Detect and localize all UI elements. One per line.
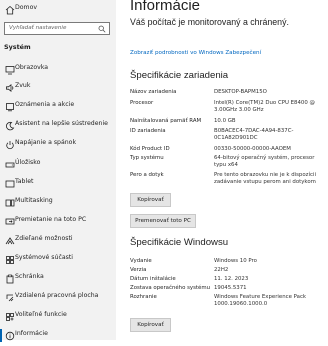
sidebar-item-label: Multitasking (15, 197, 53, 204)
spec-key: Nainštalovaná pamäť RAM (130, 118, 202, 124)
sidebar-item-label: Zvuk (15, 82, 31, 89)
tablet-icon (5, 179, 15, 189)
spec-key: Vydanie (130, 258, 152, 264)
spec-value: 11. 12. 2023 (214, 276, 249, 282)
sidebar-item-label: Úložisko (15, 159, 41, 166)
device-specs-heading: Špecifikácie zariadenia (130, 70, 229, 81)
spec-key: Kód Product ID (130, 146, 170, 152)
spec-key: Procesor (130, 100, 154, 106)
copy-windows-specs-button[interactable]: Kopírovať (130, 318, 171, 332)
sidebar-item-vzdialena[interactable]: Vzdialená pracovná plocha (0, 288, 116, 308)
sidebar-item-zdielane[interactable]: Zdieľané možnosti (0, 231, 116, 251)
sidebar-item-label: Asistent na lepšie sústredenie (15, 120, 108, 127)
sidebar-item-suciasti[interactable]: Systémové súčasti (0, 250, 116, 270)
sidebar-item-oznamenia[interactable]: Oznámenia a akcie (0, 97, 116, 117)
main-content: Informácie Váš počítač je monitorovaný a… (116, 0, 328, 340)
spec-key: Verzia (130, 267, 147, 273)
spec-value: 00330-50000-00000-AAOEM (214, 146, 291, 152)
sidebar-item-label: Vzdialená pracovná plocha (15, 292, 99, 299)
spec-key: Názov zariadenia (130, 89, 177, 95)
sidebar-item-zvuk[interactable]: Zvuk (0, 78, 116, 98)
copy-device-specs-button[interactable]: Kopírovať (130, 193, 171, 207)
windows-specs-heading: Špecifikácie Windowsu (130, 237, 229, 248)
rename-pc-button[interactable]: Premenovať toto PC (130, 214, 196, 228)
sidebar-item-label: Napájanie a spánok (15, 139, 77, 146)
sidebar-item-napajanie[interactable]: Napájanie a spánok (0, 135, 116, 155)
sidebar: Domov Vyhľadať nastavenie Systém Obrazov… (0, 0, 116, 342)
features-icon (5, 312, 15, 322)
spec-value: Windows Feature Experience Pack 1000.190… (214, 294, 307, 307)
spec-value: 19045.5371 (214, 285, 247, 291)
section-heading: Systém (4, 43, 31, 51)
spec-value: 10.0 GB (214, 118, 236, 124)
projecting-icon (5, 217, 15, 227)
notification-icon (5, 102, 15, 112)
sidebar-item-label: Systémové súčasti (15, 254, 74, 261)
spec-value: 64-bitový operačný systém, procesor typu… (214, 155, 315, 168)
home-icon (5, 5, 15, 15)
sidebar-item-label: Obrazovka (15, 64, 49, 71)
spec-key: Zostava operačného systému (130, 285, 211, 291)
active-indicator (0, 329, 2, 342)
sidebar-item-label: Tablet (15, 178, 34, 185)
sidebar-item-home[interactable]: Domov (0, 0, 116, 20)
spec-value: DESKTOP-BAPM15O (214, 89, 267, 95)
sidebar-item-asistent[interactable]: Asistent na lepšie sústredenie (0, 116, 116, 136)
protection-status: Váš počítač je monitorovaný a chránený. (130, 17, 289, 27)
components-icon (5, 255, 15, 265)
moon-icon (5, 121, 15, 131)
speaker-icon (5, 83, 15, 93)
sidebar-item-label: Informácie (15, 330, 48, 337)
sidebar-item-informacie[interactable]: Informácie (0, 326, 116, 346)
shared-icon (5, 236, 15, 246)
power-icon (5, 140, 15, 150)
sidebar-item-volitelne[interactable]: Voliteľné funkcie (0, 307, 116, 327)
multitasking-icon (5, 198, 15, 208)
search-icon (98, 25, 106, 33)
spec-key: Rozhranie (130, 294, 157, 300)
sidebar-item-label: Premietanie na toto PC (15, 216, 87, 223)
spec-value: Windows 10 Pro (214, 258, 257, 264)
sidebar-item-label: Domov (15, 4, 38, 11)
page-title: Informácie (130, 0, 201, 14)
sidebar-item-obrazovka[interactable]: Obrazovka (0, 60, 116, 80)
search-placeholder: Vyhľadať nastavenie (9, 25, 67, 31)
spec-value: Intel(R) Core(TM)2 Duo CPU E8400 @ 3.00G… (214, 100, 315, 113)
monitor-icon (5, 65, 15, 75)
sidebar-item-tablet[interactable]: Tablet (0, 174, 116, 194)
spec-value: Pre tento obrazovku nie je k dispozícii … (214, 172, 316, 185)
sidebar-item-premietanie[interactable]: Premietanie na toto PC (0, 212, 116, 232)
sidebar-item-label: Oznámenia a akcie (15, 101, 75, 108)
spec-value: B0BACEC4-7DAC-4A94-837C-0C1A82D901DC (214, 128, 294, 141)
spec-key: Dátum inštalácie (130, 276, 176, 282)
sidebar-item-label: Zdieľané možnosti (15, 235, 73, 242)
spec-value: 22H2 (214, 267, 229, 273)
sidebar-item-schranka[interactable]: Schránka (0, 269, 116, 289)
spec-key: ID zariadenia (130, 128, 166, 134)
search-input[interactable]: Vyhľadať nastavenie (4, 22, 110, 35)
sidebar-item-ulozisko[interactable]: Úložisko (0, 155, 116, 175)
remote-desktop-icon (5, 293, 15, 303)
sidebar-item-label: Voliteľné funkcie (15, 311, 67, 318)
security-details-link[interactable]: Zobraziť podrobnosti vo Windows Zabezpeč… (130, 50, 261, 56)
sidebar-item-multitasking[interactable]: Multitasking (0, 193, 116, 213)
spec-key: Typ systému (130, 155, 164, 161)
sidebar-item-label: Schránka (15, 273, 44, 280)
storage-icon (5, 160, 15, 170)
spec-key: Pero a dotyk (130, 172, 164, 178)
clipboard-icon (5, 274, 15, 284)
